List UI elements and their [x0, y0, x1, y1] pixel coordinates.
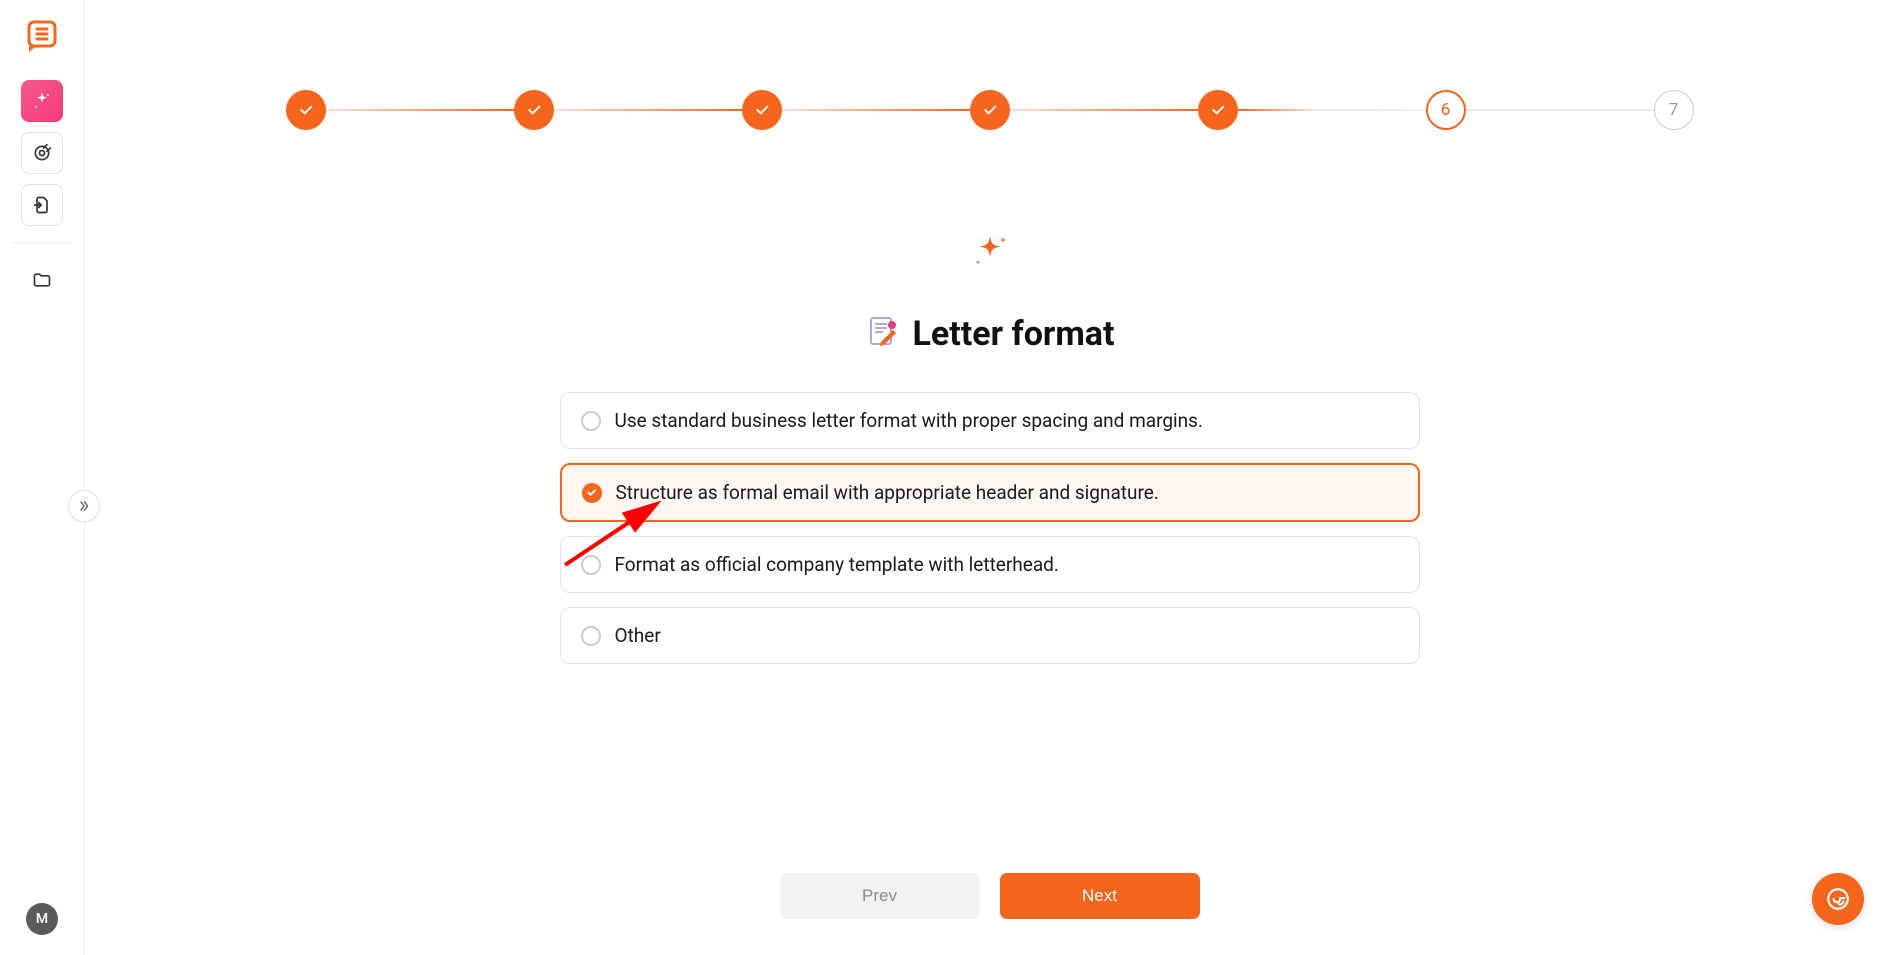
- step-line: [554, 109, 742, 111]
- step-line: [326, 109, 514, 111]
- option-label: Structure as formal email with appropria…: [616, 481, 1159, 504]
- avatar[interactable]: M: [26, 903, 58, 935]
- sidebar-nav-sparkle[interactable]: [21, 80, 63, 122]
- next-button[interactable]: Next: [1000, 873, 1200, 919]
- option-other[interactable]: Other: [560, 607, 1420, 664]
- options-list: Use standard business letter format with…: [560, 392, 1420, 664]
- radio-icon: [581, 626, 601, 646]
- sidebar-nav-file-import[interactable]: [21, 184, 63, 226]
- app-logo[interactable]: [23, 18, 61, 56]
- help-button[interactable]: [1812, 873, 1864, 925]
- sidebar-nav-target[interactable]: [21, 132, 63, 174]
- step-1[interactable]: [286, 90, 326, 130]
- radio-icon: [581, 555, 601, 575]
- option-company-template[interactable]: Format as official company template with…: [560, 536, 1420, 593]
- sparkle-icon: [966, 230, 1014, 282]
- step-5[interactable]: [1198, 90, 1238, 130]
- option-label: Format as official company template with…: [615, 553, 1059, 576]
- wizard-stepper: 6 7: [286, 90, 1694, 130]
- wizard-footer: Prev Next: [780, 873, 1200, 919]
- option-label: Use standard business letter format with…: [615, 409, 1203, 432]
- page-body: Letter format Use standard business lett…: [560, 230, 1420, 664]
- main-content: 6 7: [85, 0, 1894, 955]
- option-standard-letter[interactable]: Use standard business letter format with…: [560, 392, 1420, 449]
- step-6[interactable]: 6: [1426, 90, 1466, 130]
- page-title: Letter format: [913, 314, 1115, 354]
- step-7[interactable]: 7: [1654, 90, 1694, 130]
- prev-button[interactable]: Prev: [780, 873, 980, 919]
- step-line: [1238, 109, 1426, 111]
- step-4[interactable]: [970, 90, 1010, 130]
- step-line: [1010, 109, 1198, 111]
- step-line: [1466, 109, 1654, 111]
- sidebar-nav-folder[interactable]: [21, 259, 63, 301]
- radio-icon: [581, 411, 601, 431]
- option-label: Other: [615, 624, 661, 647]
- sidebar-divider: [12, 242, 72, 243]
- step-line: [782, 109, 970, 111]
- option-formal-email[interactable]: Structure as formal email with appropria…: [560, 463, 1420, 522]
- step-2[interactable]: [514, 90, 554, 130]
- step-3[interactable]: [742, 90, 782, 130]
- radio-icon: [582, 483, 602, 503]
- document-edit-icon: [865, 314, 901, 354]
- sidebar: M: [0, 0, 85, 955]
